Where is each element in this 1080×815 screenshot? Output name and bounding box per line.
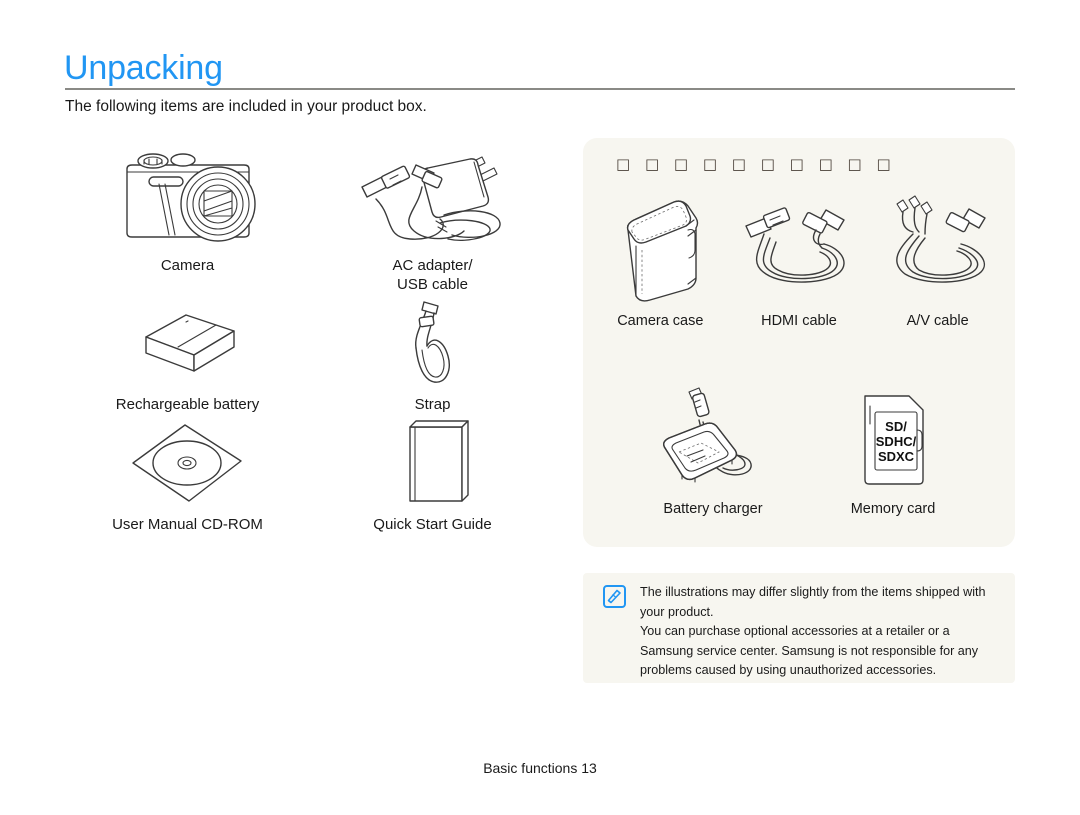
item-camera: Camera — [65, 135, 310, 294]
item-quick-start-guide: Quick Start Guide — [310, 414, 555, 534]
item-label-line1: AC adapter/ — [392, 257, 473, 274]
included-items-row-3: User Manual CD-ROM Quick Start Guide — [65, 414, 555, 534]
sd-label-line3: SDXC — [878, 449, 915, 464]
item-strap: Strap — [310, 294, 555, 414]
optional-accessories-panel: □ □ □ □ □ □ □ □ □ □ Camera case HDMI cab… — [583, 138, 1015, 547]
item-label: Camera case — [617, 313, 704, 329]
item-label-line2: USB cable — [397, 276, 468, 293]
item-camera-case: Camera case — [591, 186, 730, 330]
title-divider — [65, 88, 1015, 90]
camera-case-illustration — [600, 186, 720, 312]
item-rechargeable-battery: Rechargeable battery — [65, 294, 310, 414]
note-text: The illustrations may differ slightly fr… — [640, 583, 1000, 681]
item-memory-card: SD/ SDHC/ SDXC Memory card — [803, 378, 983, 518]
note-pen-icon — [603, 585, 626, 608]
item-label: A/V cable — [906, 313, 969, 329]
note-paragraph-1: The illustrations may differ slightly fr… — [640, 585, 986, 619]
battery-charger-illustration — [643, 378, 783, 500]
note-box: The illustrations may differ slightly fr… — [583, 573, 1015, 683]
battery-illustration — [65, 294, 310, 392]
cd-rom-illustration — [65, 414, 310, 512]
item-ac-adapter-usb-cable: AC adapter/ USB cable — [310, 135, 555, 294]
item-label: AC adapter/ USB cable — [392, 256, 472, 294]
item-label: HDMI cable — [761, 313, 837, 329]
included-items-row-2: Rechargeable battery Strap — [65, 294, 555, 414]
included-items-section: Camera AC adapter/ USB cable Rechargeabl… — [65, 135, 555, 534]
item-label: Quick Start Guide — [373, 516, 492, 533]
av-cable-illustration — [875, 186, 1000, 312]
included-items-row-1: Camera AC adapter/ USB cable — [65, 135, 555, 294]
item-label: User Manual CD-ROM — [112, 516, 263, 533]
item-hdmi-cable: HDMI cable — [730, 186, 869, 330]
optional-items-row-1: Camera case HDMI cable A/V cable — [591, 186, 1007, 330]
quick-start-guide-illustration — [310, 414, 555, 512]
item-user-manual-cd-rom: User Manual CD-ROM — [65, 414, 310, 534]
item-label: Rechargeable battery — [115, 396, 260, 413]
sd-label-line1: SD/ — [885, 419, 907, 434]
item-battery-charger: Battery charger — [623, 378, 803, 518]
page-title: Unpacking — [64, 49, 223, 87]
hdmi-cable-illustration — [736, 186, 861, 312]
note-paragraph-2: You can purchase optional accessories at… — [640, 624, 979, 677]
memory-card-illustration: SD/ SDHC/ SDXC — [843, 378, 943, 500]
intro-text: The following items are included in your… — [65, 98, 427, 115]
item-label: Camera — [160, 257, 215, 274]
optional-items-row-2: Battery charger SD/ SDHC/ SDXC Memory ca… — [623, 378, 983, 518]
optional-accessories-title: □ □ □ □ □ □ □ □ □ □ — [616, 155, 896, 173]
item-label: Battery charger — [663, 501, 763, 517]
item-label: Strap — [414, 396, 451, 413]
strap-illustration — [310, 294, 555, 392]
page-footer: Basic functions 13 — [483, 760, 597, 776]
item-av-cable: A/V cable — [868, 186, 1007, 330]
sd-label-line2: SDHC/ — [876, 434, 917, 449]
camera-illustration — [65, 135, 310, 253]
ac-adapter-usb-cable-illustration — [310, 135, 555, 253]
item-label: Memory card — [850, 501, 936, 517]
